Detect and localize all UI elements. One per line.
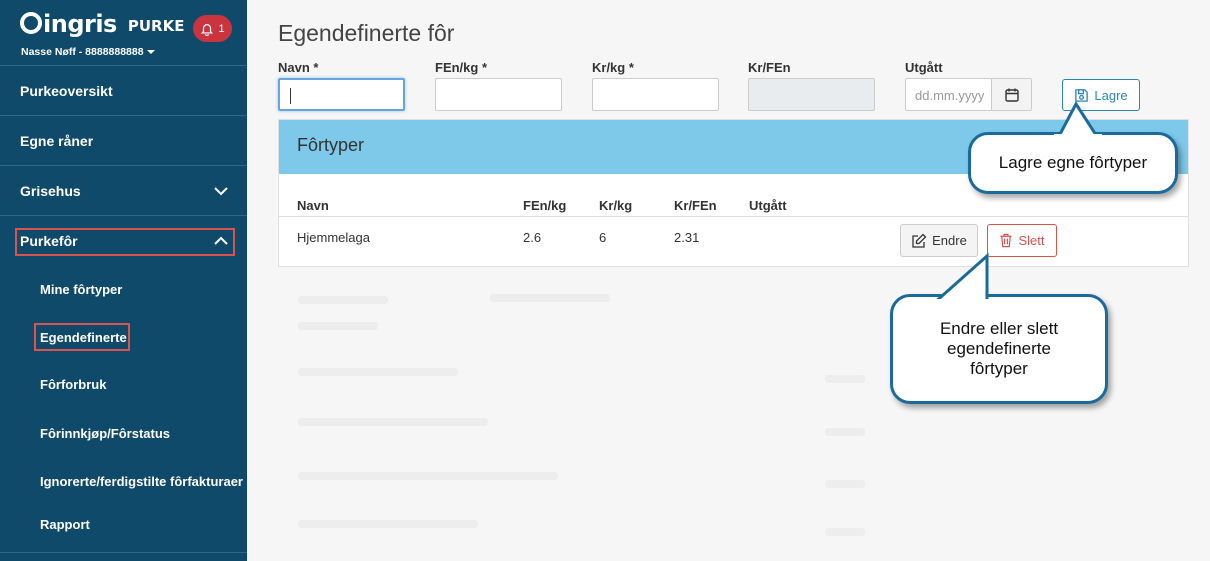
nav-item-purkeoversikt[interactable]: Purkeoversikt bbox=[0, 66, 247, 115]
faded-content bbox=[298, 322, 378, 330]
caret-down-icon bbox=[146, 50, 155, 55]
bell-icon bbox=[201, 23, 214, 36]
kr-label: Kr/kg * bbox=[592, 60, 634, 75]
ingris-logo: ingris bbox=[20, 10, 117, 38]
col-header-krfen: Kr/FEn bbox=[674, 198, 717, 213]
utgatt-label: Utgått bbox=[905, 60, 943, 75]
faded-content bbox=[298, 368, 458, 376]
edit-label: Endre bbox=[932, 233, 967, 248]
notification-count: 1 bbox=[218, 22, 225, 35]
user-name: Nasse Nøff - 8888888888 bbox=[21, 46, 144, 58]
brand[interactable]: ingris PURKE bbox=[20, 10, 184, 38]
faded-content bbox=[825, 528, 865, 536]
navn-input[interactable] bbox=[278, 78, 405, 111]
fen-label: FEn/kg * bbox=[435, 60, 488, 75]
user-menu[interactable]: Nasse Nøff - 8888888888 bbox=[21, 46, 155, 58]
subnav-ignorerte[interactable]: Ignorerte/ferdigstilte fôrfakturaer bbox=[40, 474, 243, 489]
utgatt-date-input[interactable]: dd.mm.yyyy bbox=[905, 78, 1032, 111]
edit-icon bbox=[912, 233, 927, 248]
callout-save: Lagre egne fôrtyper bbox=[968, 132, 1178, 194]
krfen-input bbox=[748, 78, 875, 111]
subnav-forforbruk[interactable]: Fôrforbruk bbox=[40, 377, 106, 392]
faded-content bbox=[298, 520, 478, 528]
date-placeholder: dd.mm.yyyy bbox=[915, 88, 985, 103]
faded-content bbox=[298, 472, 558, 480]
navn-label: Navn * bbox=[278, 60, 319, 75]
nav-item-grisehus[interactable]: Grisehus bbox=[0, 166, 247, 215]
cell-fen: 2.6 bbox=[523, 230, 542, 245]
cell-navn: Hjemmelaga bbox=[297, 230, 370, 245]
kr-input[interactable] bbox=[592, 78, 719, 111]
nav-label: Grisehus bbox=[20, 182, 81, 199]
col-header-kr: Kr/kg bbox=[599, 198, 633, 213]
highlight-box bbox=[15, 228, 235, 256]
highlight-box bbox=[34, 323, 130, 351]
calendar-icon bbox=[1004, 88, 1019, 102]
sidebar: ingris PURKE 1 Nasse Nøff - 8888888888 P… bbox=[0, 0, 247, 561]
col-header-utgatt: Utgått bbox=[749, 198, 787, 213]
col-header-navn: Navn bbox=[297, 198, 329, 213]
faded-content bbox=[825, 375, 865, 383]
subnav-rapport[interactable]: Rapport bbox=[40, 517, 90, 532]
chevron-down-icon bbox=[214, 187, 228, 196]
nav-label: Purkeoversikt bbox=[20, 82, 113, 99]
calendar-button[interactable] bbox=[991, 79, 1031, 110]
callout-edit-delete: Endre eller slett egendefinerte fôrtyper bbox=[890, 294, 1108, 404]
product-name: PURKE bbox=[127, 17, 185, 35]
page-title: Egendefinerte fôr bbox=[278, 20, 455, 46]
col-header-fen: FEn/kg bbox=[523, 198, 567, 213]
faded-content bbox=[490, 294, 610, 302]
notification-button[interactable]: 1 bbox=[193, 15, 232, 42]
subnav-mine-fortyper[interactable]: Mine fôrtyper bbox=[40, 282, 122, 297]
krfen-label: Kr/FEn bbox=[748, 60, 791, 75]
text-cursor bbox=[290, 88, 291, 104]
callout-tail bbox=[1054, 101, 1102, 140]
faded-content bbox=[825, 428, 865, 436]
delete-label: Slett bbox=[1018, 233, 1045, 248]
callout-tail bbox=[929, 252, 991, 306]
trash-icon bbox=[1000, 233, 1013, 248]
cell-krfen: 2.31 bbox=[674, 230, 700, 245]
faded-content bbox=[825, 480, 865, 488]
divider bbox=[0, 552, 247, 553]
fen-input[interactable] bbox=[435, 78, 562, 111]
divider bbox=[279, 216, 1188, 217]
nav-label: Egne råner bbox=[20, 132, 94, 149]
faded-content bbox=[298, 418, 488, 426]
subnav-forinnkjop[interactable]: Fôrinnkjøp/Fôrstatus bbox=[40, 426, 170, 441]
cell-kr: 6 bbox=[599, 230, 607, 245]
nav-item-egne-raner[interactable]: Egne råner bbox=[0, 116, 247, 165]
faded-content bbox=[298, 296, 388, 304]
